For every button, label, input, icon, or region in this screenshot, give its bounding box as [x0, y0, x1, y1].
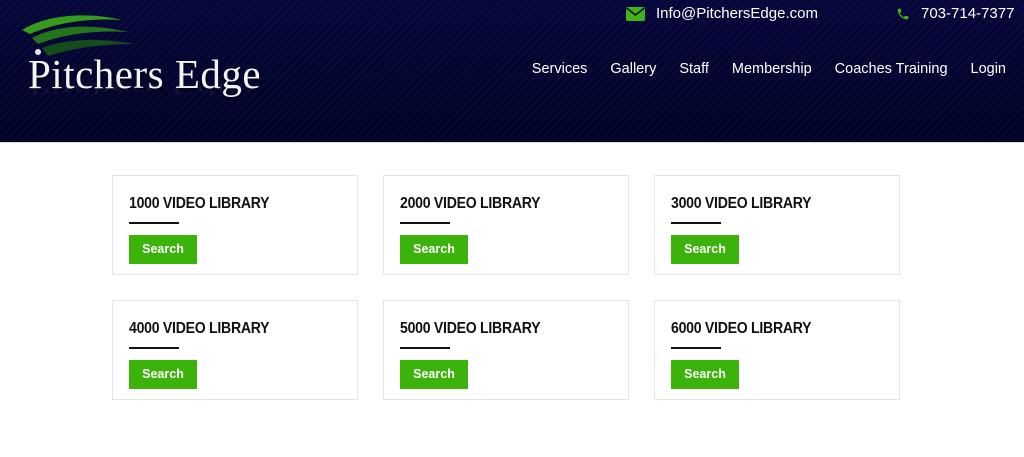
library-card-5000: 5000 VIDEO LIBRARY Search	[383, 300, 629, 400]
library-card-6000: 6000 VIDEO LIBRARY Search	[654, 300, 900, 400]
phone-icon	[896, 7, 910, 21]
logo-reflection: Pitchers Edge	[28, 81, 255, 98]
nav-login[interactable]: Login	[971, 61, 1006, 77]
title-underline	[129, 222, 179, 224]
library-title: 3000 VIDEO LIBRARY	[671, 195, 812, 212]
library-title: 4000 VIDEO LIBRARY	[129, 320, 270, 337]
phone-link[interactable]: 703-714-7377	[896, 5, 1014, 22]
nav-gallery[interactable]: Gallery	[610, 61, 656, 77]
library-card-1000: 1000 VIDEO LIBRARY Search	[112, 175, 358, 275]
envelope-icon	[626, 6, 645, 21]
search-button-1000[interactable]: Search	[129, 235, 197, 264]
library-title: 5000 VIDEO LIBRARY	[400, 320, 541, 337]
library-title: 6000 VIDEO LIBRARY	[671, 320, 812, 337]
library-card-2000: 2000 VIDEO LIBRARY Search	[383, 175, 629, 275]
library-title: 2000 VIDEO LIBRARY	[400, 195, 541, 212]
search-button-2000[interactable]: Search	[400, 235, 468, 264]
nav-staff[interactable]: Staff	[679, 61, 709, 77]
search-button-3000[interactable]: Search	[671, 235, 739, 264]
site-header: Pitchers Edge Pitchers Edge Info@Pitcher…	[0, 0, 1024, 143]
title-underline	[129, 347, 179, 349]
search-button-4000[interactable]: Search	[129, 360, 197, 389]
phone-number: 703-714-7377	[921, 5, 1015, 22]
nav-coaches-training[interactable]: Coaches Training	[835, 61, 948, 77]
email-link[interactable]: Info@PitchersEdge.com	[626, 5, 818, 22]
title-underline	[671, 222, 721, 224]
email-address: Info@PitchersEdge.com	[656, 5, 818, 22]
nav-membership[interactable]: Membership	[732, 61, 812, 77]
main-nav: Services Gallery Staff Membership Coache…	[509, 61, 1006, 77]
library-card-3000: 3000 VIDEO LIBRARY Search	[654, 175, 900, 275]
title-underline	[400, 222, 450, 224]
title-underline	[400, 347, 450, 349]
nav-services[interactable]: Services	[532, 61, 588, 77]
search-button-6000[interactable]: Search	[671, 360, 739, 389]
video-library-grid: 1000 VIDEO LIBRARY Search 2000 VIDEO LIB…	[112, 175, 901, 400]
logo[interactable]: Pitchers Edge Pitchers Edge	[18, 8, 318, 118]
library-card-4000: 4000 VIDEO LIBRARY Search	[112, 300, 358, 400]
title-underline	[671, 347, 721, 349]
search-button-5000[interactable]: Search	[400, 360, 468, 389]
library-title: 1000 VIDEO LIBRARY	[129, 195, 270, 212]
